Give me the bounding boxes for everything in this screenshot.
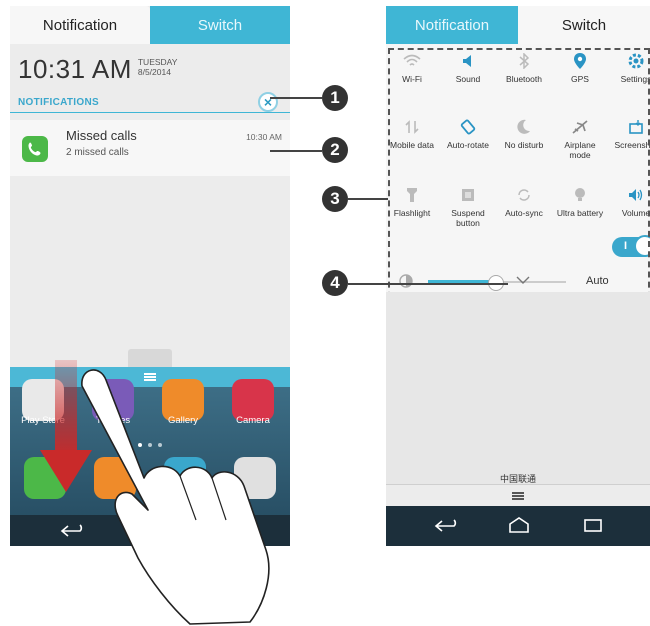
clock-row: 10:31 AM TUESDAY 8/5/2014: [18, 54, 177, 85]
clear-notifications-button[interactable]: ×: [258, 92, 278, 112]
missed-calls-notification[interactable]: Missed calls 2 missed calls 10:30 AM: [10, 120, 290, 176]
home-icon[interactable]: [508, 516, 530, 534]
weekday: TUESDAY: [137, 57, 178, 67]
tab-switch[interactable]: Switch: [150, 6, 290, 44]
notifications-header: NOTIFICATIONS: [18, 97, 99, 108]
callout-3-leader: [348, 198, 388, 200]
date: 8/5/2014: [137, 67, 171, 77]
empty-content-area: [386, 292, 650, 472]
quick-settings-highlight: [388, 48, 650, 308]
callout-1-leader: [270, 97, 322, 99]
tab-notification[interactable]: Notification: [10, 6, 150, 44]
notification-tabbar: Notification Switch: [10, 6, 290, 44]
callout-4: 4: [322, 270, 348, 296]
callout-4-leader: [348, 283, 508, 285]
tab-notification-right[interactable]: Notification: [386, 6, 518, 44]
tab-switch-right[interactable]: Switch: [518, 6, 650, 44]
phone-icon: [22, 136, 48, 162]
clock-time: 10:31 AM: [18, 54, 132, 84]
callout-3: 3: [322, 186, 348, 212]
right-phone-screen: Notification Switch Wi-Fi Sound Bluetoot…: [386, 6, 650, 546]
notification-subtitle: 2 missed calls: [66, 147, 129, 158]
date-block: TUESDAY 8/5/2014: [138, 57, 178, 77]
notification-time: 10:30 AM: [246, 132, 282, 142]
hand-gesture-icon: [81, 369, 270, 625]
drawer-handle-right[interactable]: [386, 484, 650, 507]
switch-tabbar: Notification Switch: [386, 6, 650, 44]
expand-chevron-icon[interactable]: [516, 276, 530, 284]
back-icon-right[interactable]: [434, 519, 460, 533]
callout-2: 2: [322, 137, 348, 163]
recents-icon-right[interactable]: [582, 517, 604, 533]
header-divider: [10, 112, 290, 113]
callout-2-leader: [270, 150, 322, 152]
notification-title: Missed calls: [66, 128, 137, 143]
menu-icon-right: [512, 492, 524, 500]
right-nav-bar: [386, 506, 650, 546]
callout-1: 1: [322, 85, 348, 111]
